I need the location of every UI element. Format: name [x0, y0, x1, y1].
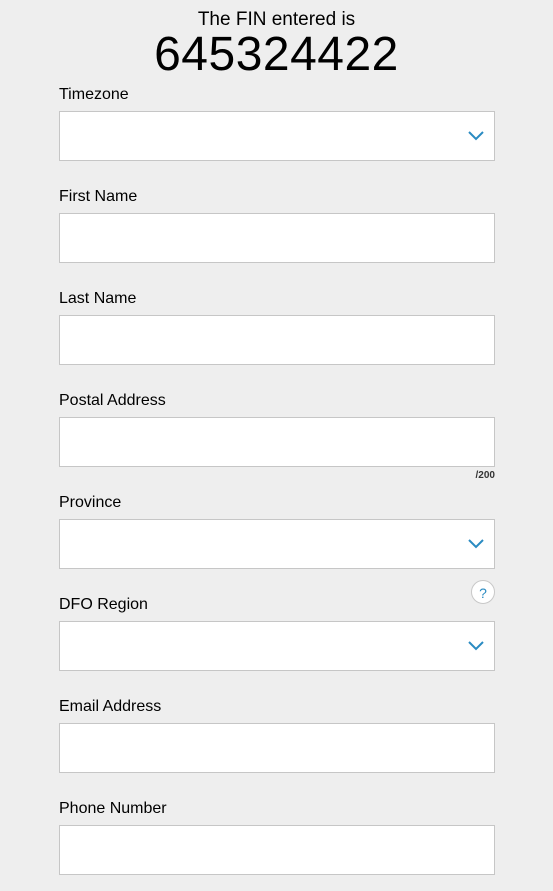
email-input[interactable]: [60, 724, 494, 772]
last-name-box: [59, 315, 495, 365]
last-name-input[interactable]: [60, 316, 494, 364]
help-icon[interactable]: ?: [471, 580, 495, 604]
postal-address-label: Postal Address: [59, 392, 166, 409]
province-select[interactable]: [59, 519, 495, 569]
email-label: Email Address: [59, 698, 162, 715]
fin-header: The FIN entered is 645324422: [0, 9, 553, 79]
postal-address-box: [59, 417, 495, 467]
timezone-label: Timezone: [59, 86, 129, 103]
postal-address-counter: /200: [475, 470, 495, 481]
chevron-down-icon: [468, 131, 484, 141]
first-name-input[interactable]: [60, 214, 494, 262]
dfo-region-select[interactable]: [59, 621, 495, 671]
fin-number: 645324422: [154, 28, 399, 81]
last-name-label: Last Name: [59, 290, 137, 307]
first-name-box: [59, 213, 495, 263]
chevron-down-icon: [468, 539, 484, 549]
dfo-region-label: DFO Region: [59, 596, 148, 613]
province-label: Province: [59, 494, 122, 511]
first-name-label: First Name: [59, 188, 138, 205]
chevron-down-icon: [468, 641, 484, 651]
postal-address-input[interactable]: [60, 418, 494, 466]
phone-box: [59, 825, 495, 875]
email-box: [59, 723, 495, 773]
phone-input[interactable]: [60, 826, 494, 874]
phone-label: Phone Number: [59, 800, 167, 817]
timezone-select[interactable]: [59, 111, 495, 161]
